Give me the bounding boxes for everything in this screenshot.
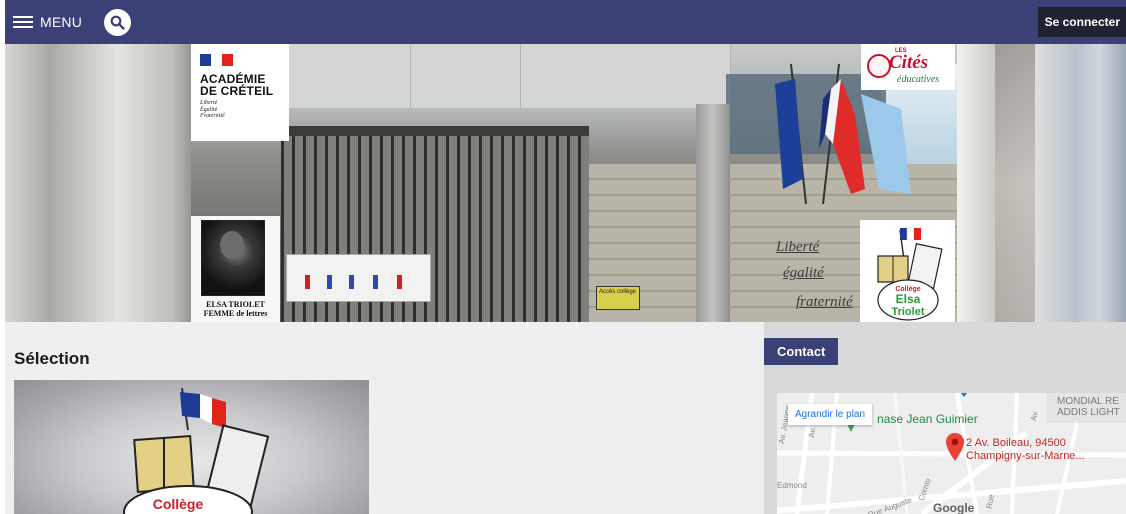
academie-motto-3: Fraternité <box>200 113 225 119</box>
map-street-av: Av. <box>1029 409 1040 422</box>
map-poi-line2: ADDIS LIGHT <box>1057 407 1120 418</box>
academie-creteil-logo: ACADÉMIE DE CRÉTEIL Liberté Égalité Frat… <box>191 44 289 141</box>
college-logo-line2: Elsa <box>896 292 921 306</box>
map-address-label: 2 Av. Boileau, 94500 Champigny-sur-Marne… <box>966 437 1085 463</box>
google-map[interactable]: Av. Jeanne Av. du Bo Edmond Rue Auguste … <box>777 393 1126 514</box>
map-address-line1: 2 Av. Boileau, 94500 <box>966 437 1066 449</box>
wall-motto-egalite: égalité <box>783 265 824 281</box>
enlarge-map-button[interactable]: Agrandir le plan <box>788 404 873 425</box>
college-logo-image: Collège <box>123 387 270 514</box>
google-logo: Google <box>933 501 975 514</box>
top-navigation-bar: MENU Se connecter <box>5 0 1126 44</box>
wall-motto-fraternite: fraternité <box>796 294 853 310</box>
menu-button[interactable]: MENU <box>13 14 82 30</box>
search-button[interactable] <box>104 8 132 36</box>
login-button[interactable]: Se connecter <box>1037 7 1126 37</box>
menu-label: MENU <box>40 14 83 30</box>
selection-thumbnail[interactable]: Collège <box>14 380 369 514</box>
elsa-triolet-portrait: ELSA TRIOLET FEMME de lettres <box>191 216 280 322</box>
college-logo-line3: Triolet <box>891 306 924 318</box>
college-elsa-triolet-logo: Collège Elsa Triolet <box>860 220 955 322</box>
school-entrance-photo: Accès collège Liberté égalité fraternité <box>191 44 957 322</box>
cites-name: Cités <box>889 52 929 73</box>
academie-title-line2: DE CRÉTEIL <box>200 84 274 98</box>
cites-educatives-logo: LES Cités éducatives <box>861 44 955 90</box>
french-flag-icon <box>200 54 233 66</box>
hamburger-icon <box>13 16 33 28</box>
smiley-face-icon <box>867 54 891 78</box>
contact-title: Contact <box>764 338 839 365</box>
portrait-caption-line2: FEMME de lettres <box>203 309 268 318</box>
portrait-caption-line1: ELSA TRIOLET <box>206 300 265 309</box>
banner-blur-right <box>955 44 1126 322</box>
portrait-photo <box>201 220 265 296</box>
access-sign: Accès collège <box>596 286 640 310</box>
map-poi-label: MONDIAL RE ADDIS LIGHT <box>1057 396 1120 418</box>
hero-banner: Accès collège Liberté égalité fraternité… <box>5 44 1126 322</box>
search-icon <box>110 15 125 30</box>
map-pin-icon[interactable] <box>946 433 964 461</box>
thumb-college-text: Collège <box>153 496 204 512</box>
contact-section: Contact Av. Jeanne Av. du Bo Edmond Rue … <box>764 322 1126 514</box>
wall-motto-liberte: Liberté <box>776 239 820 255</box>
map-street-edmond: Edmond <box>777 481 807 490</box>
map-poi-line1: MONDIAL RE <box>1057 396 1119 407</box>
cites-sub: éducatives <box>897 74 940 85</box>
map-gym-label: nase Jean Guimier <box>877 412 978 426</box>
map-address-line2: Champigny-sur-Marne... <box>966 450 1085 462</box>
selection-section: Sélection Collège <box>5 322 764 514</box>
selection-title: Sélection <box>14 349 90 368</box>
school-sign-banner <box>286 254 431 302</box>
